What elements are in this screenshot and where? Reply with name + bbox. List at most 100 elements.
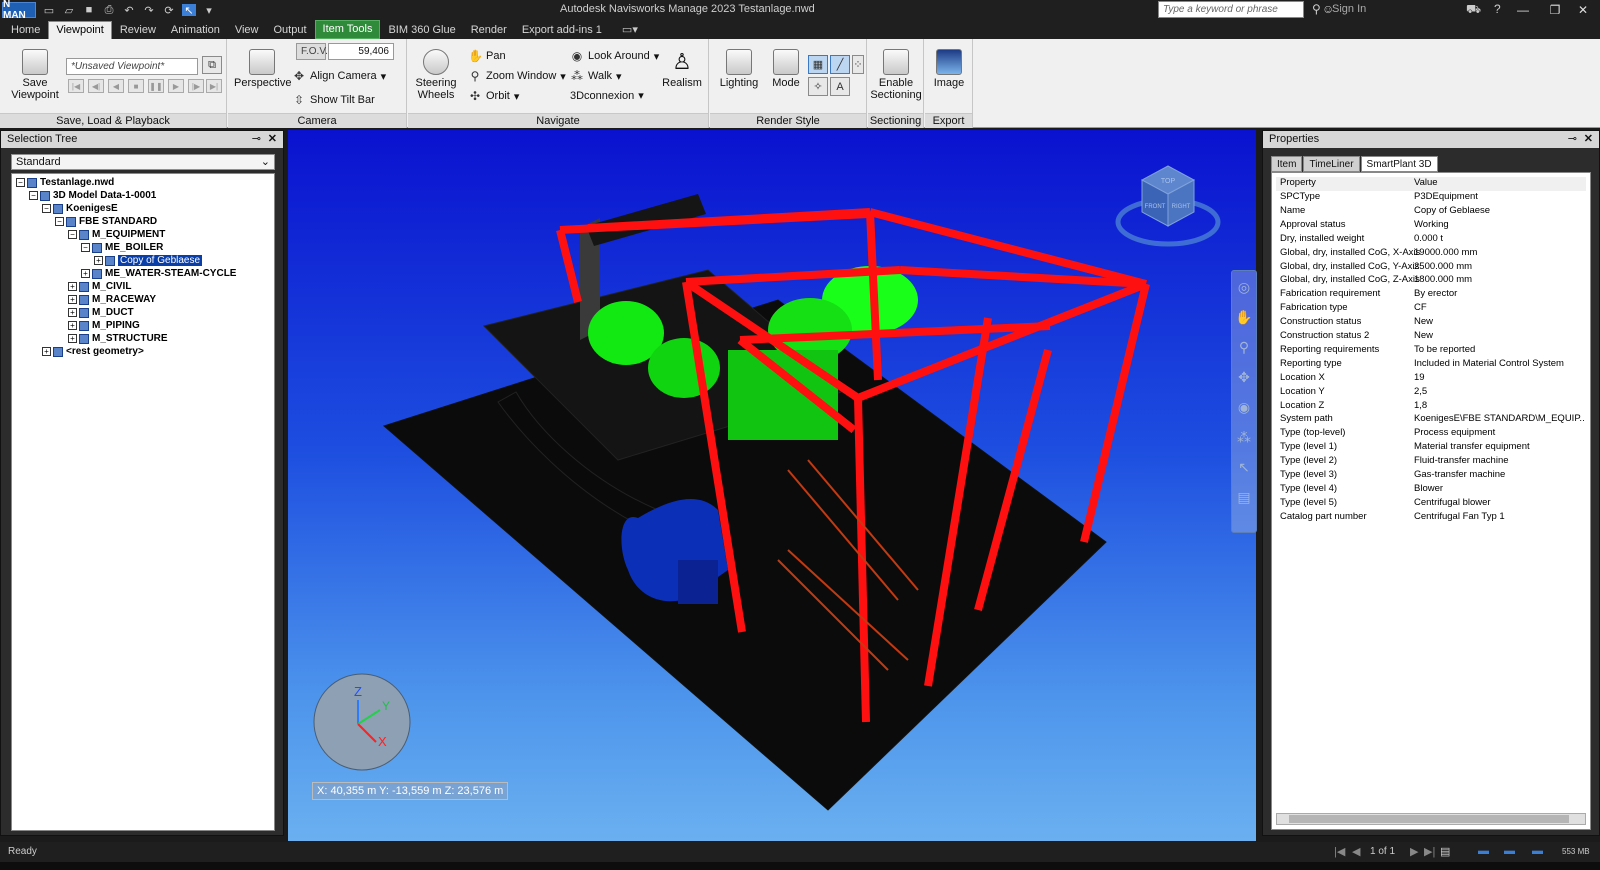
viewpoint-options-icon[interactable]: ⧉ (202, 56, 222, 74)
property-row[interactable]: Dry, installed weight 0.000 t (1276, 233, 1586, 247)
property-row[interactable]: Type (level 5) Centrifugal blower (1276, 497, 1586, 511)
close-button[interactable]: ✕ (1572, 1, 1594, 19)
tab-smartplant-3d[interactable]: SmartPlant 3D (1360, 156, 1438, 172)
tab-home[interactable]: Home (4, 22, 47, 39)
property-row[interactable]: Fabrication requirement By erector (1276, 288, 1586, 302)
property-row[interactable]: Type (top-level) Process equipment (1276, 427, 1586, 441)
tree-node[interactable]: + <rest geometry> (42, 345, 144, 358)
play-reverse-icon[interactable]: ◀ (108, 79, 124, 93)
horizontal-scrollbar[interactable] (1276, 813, 1586, 825)
property-row[interactable]: Name Copy of Geblaese (1276, 205, 1586, 219)
tree-node[interactable]: − M_EQUIPMENT (68, 228, 165, 241)
sign-in-link[interactable]: Sign In (1332, 3, 1366, 15)
tree-node[interactable]: + M_DUCT (68, 306, 134, 319)
lines-icon[interactable]: ╱ (830, 55, 850, 74)
pan-nav-icon[interactable]: ✋ (1232, 309, 1256, 331)
property-row[interactable]: Type (level 3) Gas-transfer machine (1276, 469, 1586, 483)
fov-input[interactable]: 59,406 (328, 43, 394, 60)
tab-output[interactable]: Output (267, 22, 314, 39)
tree-node[interactable]: + Copy of Geblaese (94, 254, 203, 267)
property-row[interactable]: Type (level 1) Material transfer equipmen… (1276, 441, 1586, 455)
property-row[interactable]: Location Y 2,5 (1276, 386, 1586, 400)
property-row[interactable]: SPCType P3DEquipment (1276, 191, 1586, 205)
binoculars-icon[interactable]: ⚲ (1312, 2, 1321, 16)
expand-toggle-icon[interactable]: − (68, 230, 77, 239)
3d-viewport[interactable]: TOP FRONT RIGHT Z Y X X: 40,355 m Y: -13… (288, 130, 1256, 841)
next-page-icon[interactable]: ▶ (1410, 845, 1418, 858)
property-row[interactable]: Type (level 2) Fluid-transfer machine (1276, 455, 1586, 469)
tab-render[interactable]: Render (464, 22, 514, 39)
tab-item[interactable]: Item (1271, 156, 1303, 172)
expand-toggle-icon[interactable]: + (68, 321, 77, 330)
last-frame-icon[interactable]: ▶| (206, 79, 222, 93)
select-nav-icon[interactable]: ↖ (1232, 459, 1256, 481)
expand-toggle-icon[interactable]: − (16, 178, 25, 187)
open-file-icon[interactable]: ▱ (62, 4, 76, 17)
first-frame-icon[interactable]: |◀ (68, 79, 84, 93)
print-icon[interactable]: ⎙ (102, 4, 116, 16)
property-row[interactable]: Fabrication type CF (1276, 302, 1586, 316)
walk-nav-icon[interactable]: ⁂ (1232, 429, 1256, 451)
qat-dropdown-icon[interactable]: ▾ (202, 4, 216, 17)
cart-icon[interactable]: ⛟ (1466, 2, 1481, 18)
tab-animation[interactable]: Animation (164, 22, 227, 39)
property-row[interactable]: Global, dry, installed CoG, Z-Axis 1800.0… (1276, 274, 1586, 288)
select-cursor-icon[interactable]: ↖ (182, 4, 196, 17)
image-export-button[interactable]: Image (927, 49, 971, 89)
property-row[interactable]: Global, dry, installed CoG, X-Axis 19000.… (1276, 247, 1586, 261)
property-row[interactable]: System path KoenigesE\FBE STANDARD\M_EQUI… (1276, 413, 1586, 427)
view-cube[interactable]: TOP FRONT RIGHT (1115, 165, 1221, 247)
text-icon[interactable]: A (830, 77, 850, 96)
tree-node[interactable]: + M_PIPING (68, 319, 140, 332)
tab-export-addins[interactable]: Export add-ins 1 (515, 22, 609, 39)
tree-node[interactable]: + M_RACEWAY (68, 293, 156, 306)
look-around-button[interactable]: ◉ Look Around ▾ (570, 49, 660, 63)
expand-toggle-icon[interactable]: + (68, 295, 77, 304)
panel-label-save[interactable]: Save, Load & Playback (0, 113, 226, 128)
restore-button[interactable]: ❐ (1544, 1, 1566, 19)
tree-node[interactable]: + M_STRUCTURE (68, 332, 168, 345)
tab-view[interactable]: View (228, 22, 266, 39)
tree-node[interactable]: − 3D Model Data-1-0001 (29, 189, 156, 202)
pin-icon[interactable]: ⊸ (252, 131, 261, 148)
orbit-nav-icon[interactable]: ✥ (1232, 369, 1256, 391)
viewpoint-select[interactable]: *Unsaved Viewpoint* (66, 58, 198, 75)
property-row[interactable]: Approval status Working (1276, 219, 1586, 233)
property-row[interactable]: Catalog part number Centrifugal Fan Typ 1 (1276, 511, 1586, 525)
refresh-icon[interactable]: ⟳ (162, 4, 176, 17)
stop-icon[interactable]: ■ (128, 79, 144, 93)
property-row[interactable]: Reporting type Included in Material Contr… (1276, 358, 1586, 372)
3dconnexion-button[interactable]: 3Dconnexion ▾ (570, 89, 644, 103)
show-tilt-bar-button[interactable]: ⇳ Show Tilt Bar (292, 93, 375, 107)
scrollbar-thumb[interactable] (1289, 815, 1569, 823)
pan-button[interactable]: ✋ Pan (468, 49, 506, 63)
steering-wheel-nav-icon[interactable]: ◎ (1232, 279, 1256, 301)
tab-viewpoint[interactable]: Viewpoint (48, 21, 112, 39)
panel-label-camera[interactable]: Camera (228, 113, 406, 128)
expand-toggle-icon[interactable]: − (42, 204, 51, 213)
property-row[interactable]: Type (level 4) Blower (1276, 483, 1586, 497)
expand-toggle-icon[interactable]: − (29, 191, 38, 200)
expand-toggle-icon[interactable]: + (94, 256, 103, 265)
property-row[interactable]: Construction status 2 New (1276, 330, 1586, 344)
prev-page-icon[interactable]: ◀ (1352, 845, 1360, 858)
search-input[interactable]: Type a keyword or phrase (1158, 1, 1304, 18)
step-back-icon[interactable]: ◀| (88, 79, 104, 93)
save-viewpoint-button[interactable]: Save Viewpoint (8, 49, 62, 101)
realism-button[interactable]: ♙ Realism (660, 49, 704, 89)
sheet-browser-icon[interactable]: ▤ (1440, 845, 1450, 858)
expand-toggle-icon[interactable]: + (68, 334, 77, 343)
play-icon[interactable]: ▶ (168, 79, 184, 93)
property-row[interactable]: Location X 19 (1276, 372, 1586, 386)
last-page-icon[interactable]: ▶| (1424, 845, 1435, 858)
mode-button[interactable]: Mode (766, 49, 806, 89)
fly-nav-icon[interactable]: ▤ (1232, 489, 1256, 511)
first-page-icon[interactable]: |◀ (1334, 845, 1345, 858)
tab-timeliner[interactable]: TimeLiner (1303, 156, 1360, 172)
points-icon[interactable]: ⁘ (852, 55, 864, 74)
look-nav-icon[interactable]: ◉ (1232, 399, 1256, 421)
step-forward-icon[interactable]: |▶ (188, 79, 204, 93)
tab-bim360-glue[interactable]: BIM 360 Glue (381, 22, 462, 39)
zoom-window-button[interactable]: ⚲ Zoom Window ▾ (468, 69, 566, 83)
app-logo[interactable]: N MAN (2, 0, 36, 21)
